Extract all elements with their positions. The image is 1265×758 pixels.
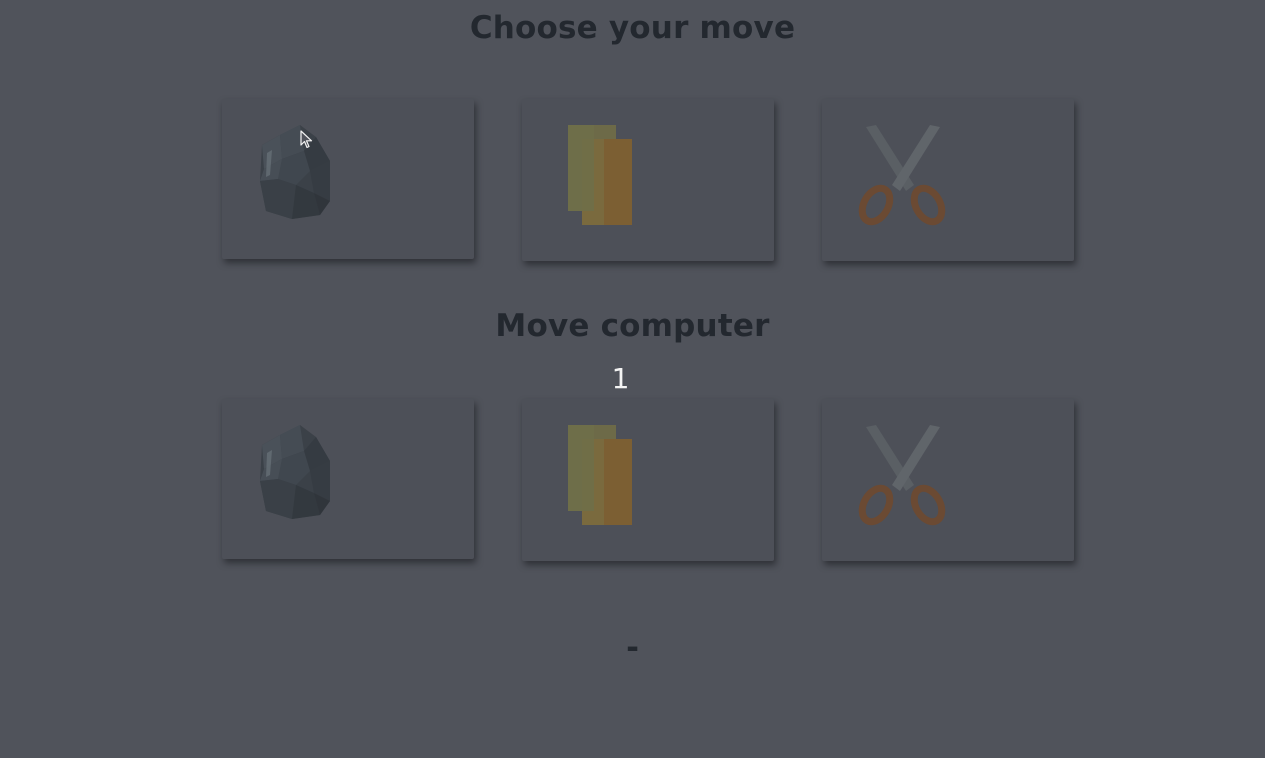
paper-icon (568, 125, 632, 225)
scissors-icon (858, 425, 946, 526)
countdown: 1 (0, 362, 1265, 395)
scissors-icon (858, 125, 946, 226)
computer-choices (222, 399, 1074, 561)
countdown-value: 1 (611, 362, 630, 395)
computer-heading: Move computer (495, 308, 770, 344)
game-screen: Choose your move Move computer 1 - (0, 0, 1265, 758)
computer-paper-card (522, 399, 774, 561)
paper-icon (568, 425, 632, 525)
result-text: - (626, 630, 639, 666)
computer-rock-card (222, 399, 474, 559)
player-scissors-card[interactable] (822, 99, 1074, 261)
player-rock-card[interactable] (222, 99, 474, 259)
player-choices (222, 99, 1074, 261)
rock-icon (260, 425, 330, 519)
player-heading: Choose your move (469, 10, 796, 46)
computer-scissors-card (822, 399, 1074, 561)
player-paper-card[interactable] (522, 99, 774, 261)
mouse-cursor-icon (300, 130, 313, 149)
